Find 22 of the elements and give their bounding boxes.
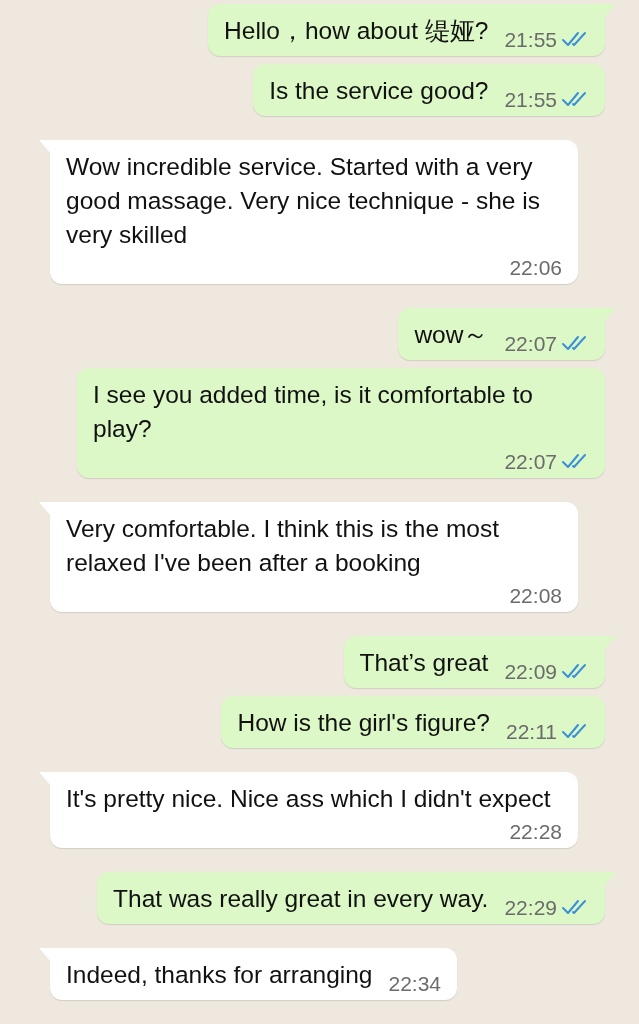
message-time: 22:09 xyxy=(504,660,557,684)
message-text: Very comfortable. I think this is the most relaxed I've been after a booking xyxy=(66,514,500,578)
message-text: That’s great xyxy=(359,648,489,678)
message-text: Wow incredible service. Started with a very good massage. Very nice technique - she is very skilled xyxy=(66,152,541,250)
message-text: I see you added time, is it comfortable to play? xyxy=(93,380,534,444)
message-time: 22:07 xyxy=(504,450,557,474)
message-text: That was really great in every way. xyxy=(113,884,489,914)
message-time: 22:34 xyxy=(388,972,442,996)
message-text: It's pretty nice. Nice ass which I didn't expect xyxy=(66,784,552,814)
message-time: 22:08 xyxy=(509,584,562,608)
message-text: Indeed, thanks for arranging xyxy=(66,960,373,990)
message-text: Is the service good? xyxy=(269,76,489,106)
message-time: 22:11 xyxy=(506,720,557,744)
message-text: wow～ xyxy=(414,320,489,350)
message-time: 22:06 xyxy=(509,256,562,280)
message-time: 21:55 xyxy=(504,88,557,112)
message-time: 22:07 xyxy=(504,332,557,356)
message-text: How is the girl's figure? xyxy=(237,708,490,738)
message-time: 22:29 xyxy=(504,896,557,920)
message-time: 22:28 xyxy=(509,820,562,844)
message-time: 21:55 xyxy=(504,28,557,52)
message-text: Hello，how about 缇娅? xyxy=(224,16,489,46)
